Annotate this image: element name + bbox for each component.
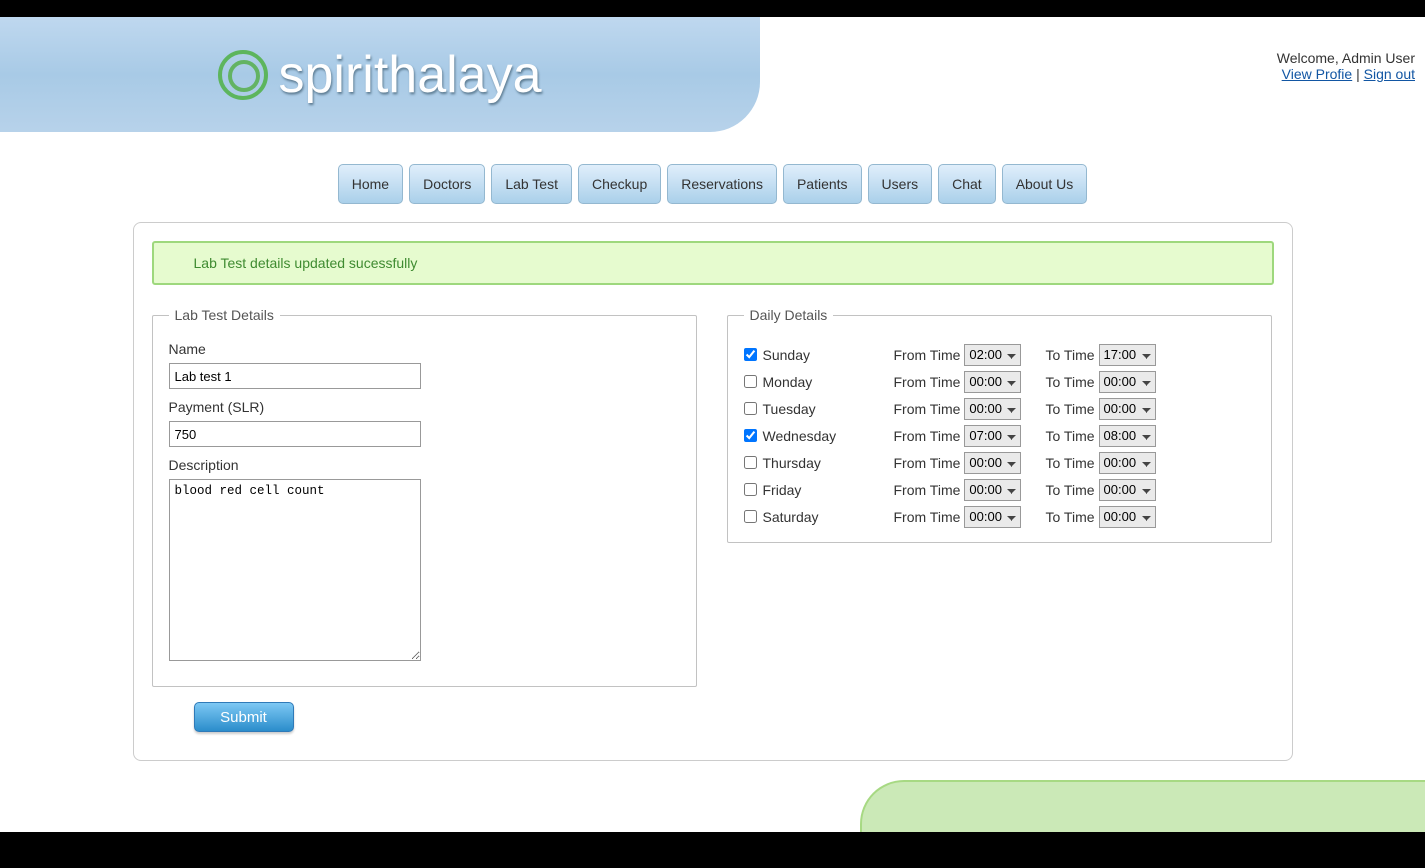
to-time-select-saturday[interactable]: 00:00: [1099, 506, 1156, 528]
from-time-label: From Time: [894, 347, 961, 363]
payment-input[interactable]: [169, 421, 421, 447]
day-label: Tuesday: [763, 401, 816, 417]
nav-chat[interactable]: Chat: [938, 164, 996, 204]
description-label: Description: [169, 457, 680, 473]
day-checkbox-sunday[interactable]: [744, 348, 757, 361]
user-name: Admin User: [1342, 50, 1415, 66]
nav-home[interactable]: Home: [338, 164, 403, 204]
sign-out-link[interactable]: Sign out: [1364, 66, 1415, 82]
user-info: Welcome, Admin User View Profie | Sign o…: [1277, 50, 1415, 82]
brand-banner: spirithalaya: [0, 17, 760, 132]
day-checkbox-saturday[interactable]: [744, 510, 757, 523]
spiral-logo-icon: [218, 50, 268, 100]
nav-doctors[interactable]: Doctors: [409, 164, 485, 204]
day-checkbox-monday[interactable]: [744, 375, 757, 388]
nav-reservations[interactable]: Reservations: [667, 164, 777, 204]
brand-title: spirithalaya: [278, 45, 541, 105]
to-time-label: To Time: [1046, 455, 1095, 471]
day-row-friday: FridayFrom Time00:00To Time00:00: [744, 476, 1255, 503]
day-label: Monday: [763, 374, 813, 390]
description-textarea[interactable]: [169, 479, 421, 661]
day-label: Sunday: [763, 347, 810, 363]
day-label: Thursday: [763, 455, 821, 471]
from-time-select-wednesday[interactable]: 07:00: [964, 425, 1021, 447]
daily-details-fieldset: Daily Details SundayFrom Time02:00To Tim…: [727, 307, 1272, 543]
nav-checkup[interactable]: Checkup: [578, 164, 661, 204]
from-time-select-sunday[interactable]: 02:00: [964, 344, 1021, 366]
day-row-thursday: ThursdayFrom Time00:00To Time00:00: [744, 449, 1255, 476]
window-bottom-bar: [0, 832, 1425, 868]
from-time-label: From Time: [894, 455, 961, 471]
nav-about-us[interactable]: About Us: [1002, 164, 1088, 204]
from-time-select-friday[interactable]: 00:00: [964, 479, 1021, 501]
name-input[interactable]: [169, 363, 421, 389]
day-row-sunday: Sunday From Time02:00 To Time17:00: [744, 341, 1255, 368]
from-time-select-saturday[interactable]: 00:00: [964, 506, 1021, 528]
footer-decor: [860, 780, 1425, 832]
header: spirithalaya Welcome, Admin User View Pr…: [0, 17, 1425, 132]
payment-label: Payment (SLR): [169, 399, 680, 415]
success-message: Lab Test details updated sucessfully: [152, 241, 1274, 285]
from-time-select-thursday[interactable]: 00:00: [964, 452, 1021, 474]
to-time-label: To Time: [1046, 347, 1095, 363]
day-row-tuesday: TuesdayFrom Time00:00To Time00:00: [744, 395, 1255, 422]
from-time-label: From Time: [894, 482, 961, 498]
to-time-select-tuesday[interactable]: 00:00: [1099, 398, 1156, 420]
to-time-select-friday[interactable]: 00:00: [1099, 479, 1156, 501]
from-time-label: From Time: [894, 401, 961, 417]
welcome-prefix: Welcome,: [1277, 50, 1342, 66]
to-time-select-monday[interactable]: 00:00: [1099, 371, 1156, 393]
welcome-text: Welcome, Admin User: [1277, 50, 1415, 66]
to-time-label: To Time: [1046, 374, 1095, 390]
name-label: Name: [169, 341, 680, 357]
day-checkbox-tuesday[interactable]: [744, 402, 757, 415]
day-row-monday: MondayFrom Time00:00To Time00:00: [744, 368, 1255, 395]
from-time-label: From Time: [894, 509, 961, 525]
day-checkbox-wednesday[interactable]: [744, 429, 757, 442]
lab-details-legend: Lab Test Details: [169, 307, 280, 323]
from-time-label: From Time: [894, 428, 961, 444]
day-label: Wednesday: [763, 428, 837, 444]
from-time-select-monday[interactable]: 00:00: [964, 371, 1021, 393]
nav-patients[interactable]: Patients: [783, 164, 862, 204]
nav-lab-test[interactable]: Lab Test: [491, 164, 572, 204]
lab-test-details-fieldset: Lab Test Details Name Payment (SLR) Desc…: [152, 307, 697, 687]
nav-users[interactable]: Users: [868, 164, 933, 204]
day-checkbox-friday[interactable]: [744, 483, 757, 496]
to-time-label: To Time: [1046, 509, 1095, 525]
to-time-select-wednesday[interactable]: 08:00: [1099, 425, 1156, 447]
daily-details-legend: Daily Details: [744, 307, 834, 323]
to-time-label: To Time: [1046, 482, 1095, 498]
separator: |: [1356, 66, 1364, 82]
day-label: Saturday: [763, 509, 819, 525]
day-label: Friday: [763, 482, 802, 498]
from-time-select-tuesday[interactable]: 00:00: [964, 398, 1021, 420]
window-top-bar: [0, 0, 1425, 17]
day-row-saturday: SaturdayFrom Time00:00To Time00:00: [744, 503, 1255, 530]
day-checkbox-thursday[interactable]: [744, 456, 757, 469]
main-nav: Home Doctors Lab Test Checkup Reservatio…: [0, 164, 1425, 204]
to-time-select-sunday[interactable]: 17:00: [1099, 344, 1156, 366]
main-panel: Lab Test details updated sucessfully Lab…: [133, 222, 1293, 761]
view-profile-link[interactable]: View Profie: [1282, 66, 1353, 82]
to-time-label: To Time: [1046, 428, 1095, 444]
day-row-wednesday: Wednesday From Time07:00 To Time08:00: [744, 422, 1255, 449]
from-time-label: From Time: [894, 374, 961, 390]
submit-button[interactable]: Submit: [194, 702, 294, 732]
to-time-select-thursday[interactable]: 00:00: [1099, 452, 1156, 474]
to-time-label: To Time: [1046, 401, 1095, 417]
